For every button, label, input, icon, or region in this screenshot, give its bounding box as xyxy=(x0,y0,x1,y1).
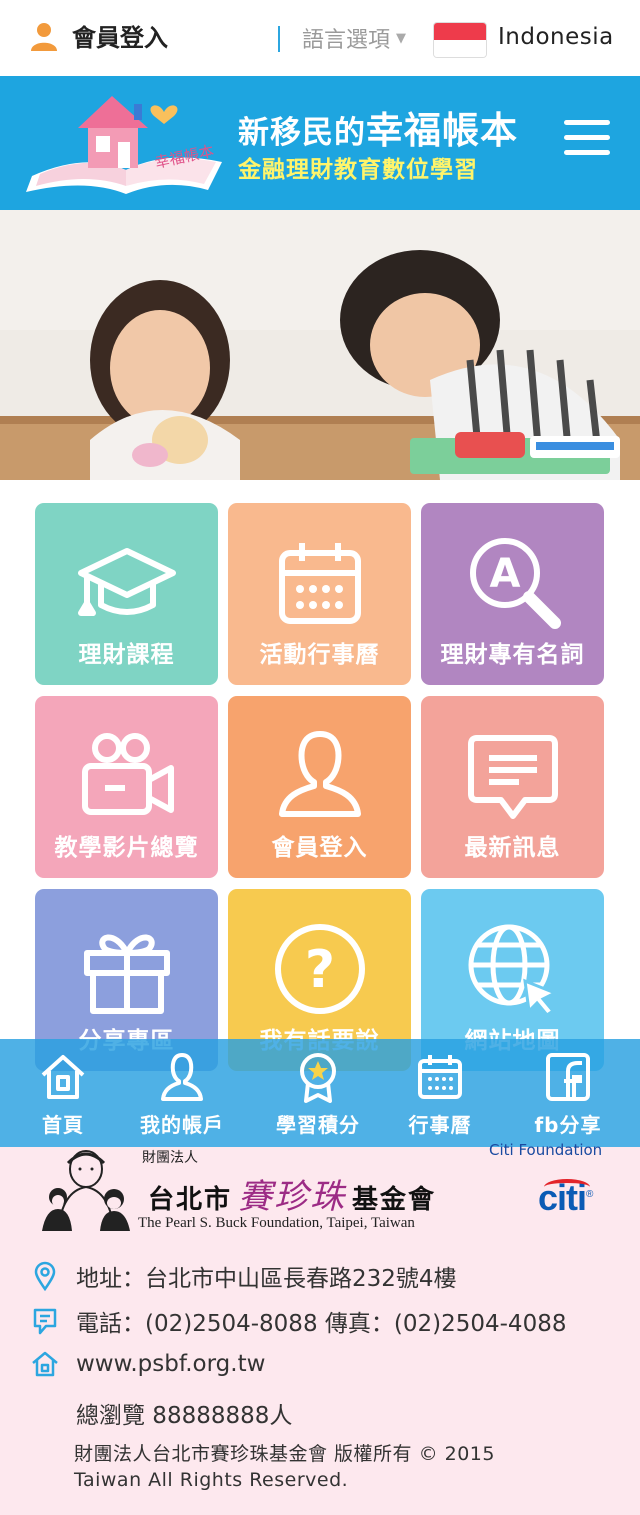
site-title-main: 幸福帳本 xyxy=(366,108,518,152)
user-icon xyxy=(31,22,57,51)
site-subtitle: 金融理財教育數位學習 xyxy=(238,157,478,183)
nav-label: fb分享 xyxy=(534,1113,602,1137)
org-suffix: 基金會 xyxy=(352,1185,437,1215)
nav-label: 行事曆 xyxy=(408,1113,472,1137)
user-icon xyxy=(161,1053,203,1101)
tile-label: 教學影片總覽 xyxy=(54,835,199,861)
question-icon: ? xyxy=(274,924,365,1014)
svg-text:A: A xyxy=(489,551,520,597)
svg-text:?: ? xyxy=(304,940,334,1000)
search-letter-icon: A xyxy=(469,538,561,629)
address-text: 地址：台北市中山區長春路232號4樓 xyxy=(76,1266,457,1292)
calendar-icon xyxy=(418,1055,462,1099)
tile-video-overview[interactable]: 教學影片總覽 xyxy=(35,696,218,878)
website-link[interactable]: www.psbf.org.tw xyxy=(76,1351,265,1377)
nav-label: 我的帳戶 xyxy=(140,1113,224,1137)
home-icon xyxy=(32,1351,58,1377)
address-row: 地址：台北市中山區長春路232號4樓 xyxy=(30,1259,457,1293)
visits-text: 總瀏覽 88888888人 xyxy=(76,1403,293,1429)
login-label: 會員登入 xyxy=(72,24,168,52)
caret-down-icon: ▼ xyxy=(396,30,407,46)
nav-home[interactable]: 首頁 xyxy=(20,1039,106,1147)
tile-label: 最新訊息 xyxy=(464,835,561,861)
facebook-icon xyxy=(546,1053,590,1101)
indonesia-flag-icon[interactable] xyxy=(433,22,487,58)
globe-icon xyxy=(468,924,559,1017)
org-english-name: The Pearl S. Buck Foundation, Taipei, Ta… xyxy=(138,1215,415,1231)
foundation-logo xyxy=(42,1150,130,1231)
phone-row: 電話：(02)2504-8088 傳真：(02)2504-4088 xyxy=(30,1304,566,1338)
visits-row: 總瀏覽 88888888人 xyxy=(76,1396,292,1430)
person-icon xyxy=(278,731,361,817)
country-label[interactable]: Indonesia xyxy=(498,24,614,50)
tile-label: 活動行事曆 xyxy=(259,642,380,668)
phone-text: 電話：(02)2504-8088 傳真：(02)2504-4088 xyxy=(76,1311,567,1337)
hero-illustration xyxy=(0,210,640,480)
video-camera-icon xyxy=(81,733,174,815)
nav-calendar[interactable]: 行事曆 xyxy=(394,1039,486,1147)
citi-logo: citi® xyxy=(538,1177,593,1218)
copyright-line-2: Taiwan All Rights Reserved. xyxy=(74,1469,349,1491)
nav-fb-share[interactable]: fb分享 xyxy=(518,1039,618,1147)
tile-events-calendar[interactable]: 活動行事曆 xyxy=(228,503,411,685)
bottom-nav: 首頁 我的帳戶 學習積分 行事曆 fb分享 xyxy=(0,1039,640,1147)
calendar-icon xyxy=(278,543,361,624)
hero-image xyxy=(0,210,640,480)
footer: 財團法人 台北市 賽珍珠 基金會 The Pearl S. Buck Foundat… xyxy=(0,1141,640,1515)
language-label: 語言選項 xyxy=(302,28,391,53)
copyright-line-1: 財團法人台北市賽珍珠基金會 版權所有 © 2015 xyxy=(74,1443,495,1465)
graduation-cap-icon xyxy=(77,548,176,616)
citi-foundation-label: Citi Foundation xyxy=(489,1141,603,1159)
site-title-prefix: 新移民的 xyxy=(238,115,366,151)
site-logo[interactable]: 幸福帳本 xyxy=(26,90,226,194)
site-title: 新移民的幸福帳本 xyxy=(238,100,518,154)
login-link[interactable]: 會員登入 xyxy=(28,18,168,53)
org-prefix: 財團法人 xyxy=(142,1150,198,1166)
tile-label: 會員登入 xyxy=(271,835,368,861)
nav-label: 首頁 xyxy=(42,1113,84,1137)
tile-finance-courses[interactable]: 理財課程 xyxy=(35,503,218,685)
home-icon xyxy=(41,1055,85,1099)
chat-phone-icon xyxy=(33,1308,57,1335)
medal-icon xyxy=(300,1053,336,1103)
location-pin-icon xyxy=(34,1261,56,1291)
org-calligraphy: 賽珍珠 xyxy=(238,1177,347,1217)
tile-finance-glossary[interactable]: A 理財專有名詞 xyxy=(421,503,604,685)
nav-label: 學習積分 xyxy=(276,1113,360,1137)
tile-label: 理財專有名詞 xyxy=(440,642,585,668)
website-row[interactable]: www.psbf.org.tw xyxy=(30,1349,265,1379)
tile-label: 理財課程 xyxy=(78,642,175,668)
tile-latest-news[interactable]: 最新訊息 xyxy=(421,696,604,878)
language-select[interactable]: 語言選項 ▼ xyxy=(302,22,406,54)
gift-icon xyxy=(83,934,170,1014)
org-name: 台北市 賽珍珠 基金會 xyxy=(148,1169,436,1218)
copyright: 財團法人台北市賽珍珠基金會 版權所有 © 2015 Taiwan All Rig… xyxy=(74,1441,495,1493)
message-icon xyxy=(467,735,558,819)
tile-member-login[interactable]: 會員登入 xyxy=(228,696,411,878)
divider xyxy=(278,26,280,52)
nav-my-account[interactable]: 我的帳戶 xyxy=(126,1039,238,1147)
org-city: 台北市 xyxy=(148,1185,233,1215)
site-header: 幸福帳本 新移民的幸福帳本 金融理財教育數位學習 xyxy=(0,76,640,210)
nav-learning-points[interactable]: 學習積分 xyxy=(262,1039,374,1147)
menu-icon[interactable] xyxy=(564,120,610,160)
top-bar: 會員登入 語言選項 ▼ Indonesia xyxy=(0,0,640,76)
